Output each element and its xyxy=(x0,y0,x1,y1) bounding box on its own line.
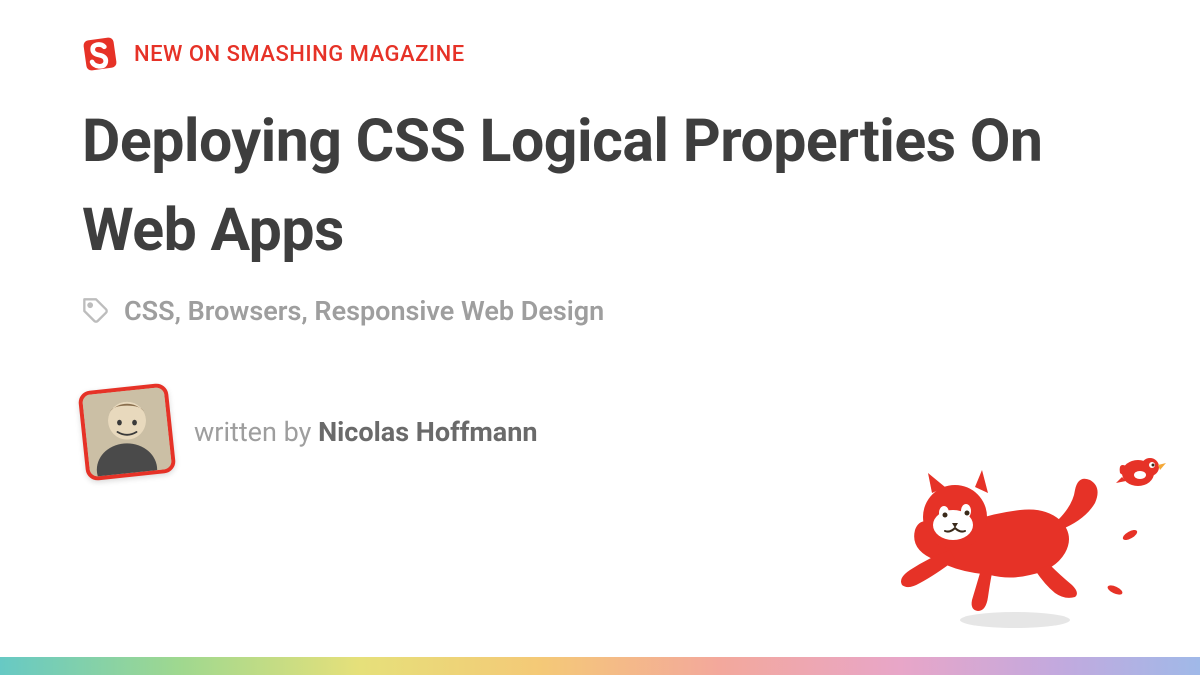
tags-text: CSS, Browsers, Responsive Web Design xyxy=(124,295,604,327)
author-name: Nicolas Hoffmann xyxy=(318,416,537,448)
smashing-logo-icon xyxy=(82,36,118,72)
avatar-placeholder-icon xyxy=(80,385,174,479)
article-title: Deploying CSS Logical Properties On Web … xyxy=(0,72,1200,275)
written-by-label: written by xyxy=(194,416,318,448)
author-text: written by Nicolas Hoffmann xyxy=(194,416,538,448)
page-header: NEW ON SMASHING MAGAZINE xyxy=(0,0,1200,72)
mascot-cat-icon xyxy=(880,425,1180,635)
tag-icon xyxy=(82,297,110,325)
gradient-footer-bar xyxy=(0,657,1200,675)
tags-row: CSS, Browsers, Responsive Web Design xyxy=(0,275,1200,327)
author-avatar xyxy=(78,383,177,482)
header-label: NEW ON SMASHING MAGAZINE xyxy=(134,42,465,67)
